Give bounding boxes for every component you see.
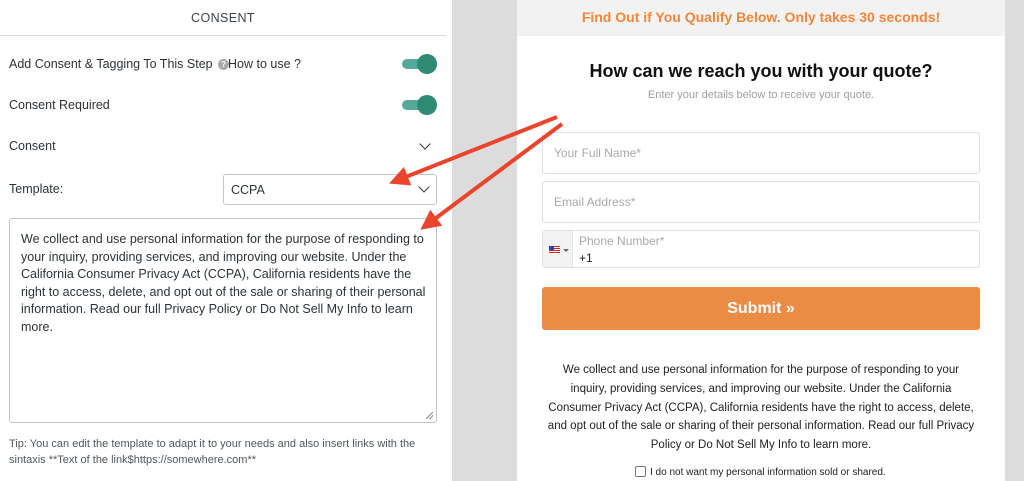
template-select-value: CCPA bbox=[231, 183, 265, 197]
consent-required-label: Consent Required bbox=[9, 98, 110, 112]
how-to-use-link[interactable]: How to use ? bbox=[228, 57, 301, 71]
phone-placeholder: Phone Number* bbox=[579, 234, 665, 248]
tip-text: Tip: You can edit the template to adapt … bbox=[9, 438, 416, 466]
consent-text-textarea[interactable]: We collect and use personal information … bbox=[9, 218, 437, 423]
consent-settings-panel: CONSENT Add Consent & Tagging To This St… bbox=[0, 0, 452, 481]
form-subtitle: Enter your details below to receive your… bbox=[647, 89, 875, 101]
us-flag-icon bbox=[549, 246, 560, 254]
add-consent-label: Add Consent & Tagging To This Step bbox=[9, 57, 213, 71]
email-input[interactable]: Email Address* bbox=[542, 181, 980, 223]
template-label: Template: bbox=[9, 182, 64, 196]
optout-checkbox[interactable] bbox=[635, 466, 646, 477]
chevron-down-icon bbox=[418, 181, 430, 193]
country-selector[interactable] bbox=[543, 231, 573, 267]
caret-down-icon bbox=[563, 249, 569, 252]
optout-row[interactable]: I do not want my personal information so… bbox=[635, 466, 886, 478]
submit-button[interactable]: Submit » bbox=[542, 287, 980, 330]
consent-accordion-label[interactable]: Consent bbox=[9, 139, 56, 153]
toggle-knob bbox=[417, 95, 437, 115]
consent-notice: We collect and use personal information … bbox=[547, 364, 975, 452]
form-preview: Find Out if You Qualify Below. Only take… bbox=[517, 0, 1005, 481]
form-title: How can we reach you with your quote? bbox=[589, 61, 933, 81]
resize-handle-icon[interactable] bbox=[426, 412, 433, 419]
section-divider bbox=[0, 35, 446, 36]
template-select[interactable]: CCPA bbox=[223, 174, 437, 205]
full-name-input[interactable]: Your Full Name* bbox=[542, 132, 980, 174]
phone-input[interactable]: Phone Number* +1 bbox=[542, 230, 980, 268]
section-title: CONSENT bbox=[191, 11, 255, 25]
chevron-down-icon[interactable] bbox=[419, 138, 431, 150]
consent-textarea-content: We collect and use personal information … bbox=[21, 232, 426, 334]
phone-country-code: +1 bbox=[579, 251, 593, 265]
email-placeholder: Email Address* bbox=[554, 195, 636, 209]
consent-required-toggle[interactable] bbox=[402, 95, 437, 115]
add-consent-toggle[interactable] bbox=[402, 54, 437, 74]
toggle-knob bbox=[417, 54, 437, 74]
add-consent-row: Add Consent & Tagging To This Step ? bbox=[9, 57, 230, 71]
optout-label: I do not want my personal information so… bbox=[650, 467, 886, 478]
full-name-placeholder: Your Full Name* bbox=[554, 146, 641, 160]
qualify-banner: Find Out if You Qualify Below. Only take… bbox=[517, 0, 1005, 36]
banner-text: Find Out if You Qualify Below. Only take… bbox=[581, 9, 941, 25]
